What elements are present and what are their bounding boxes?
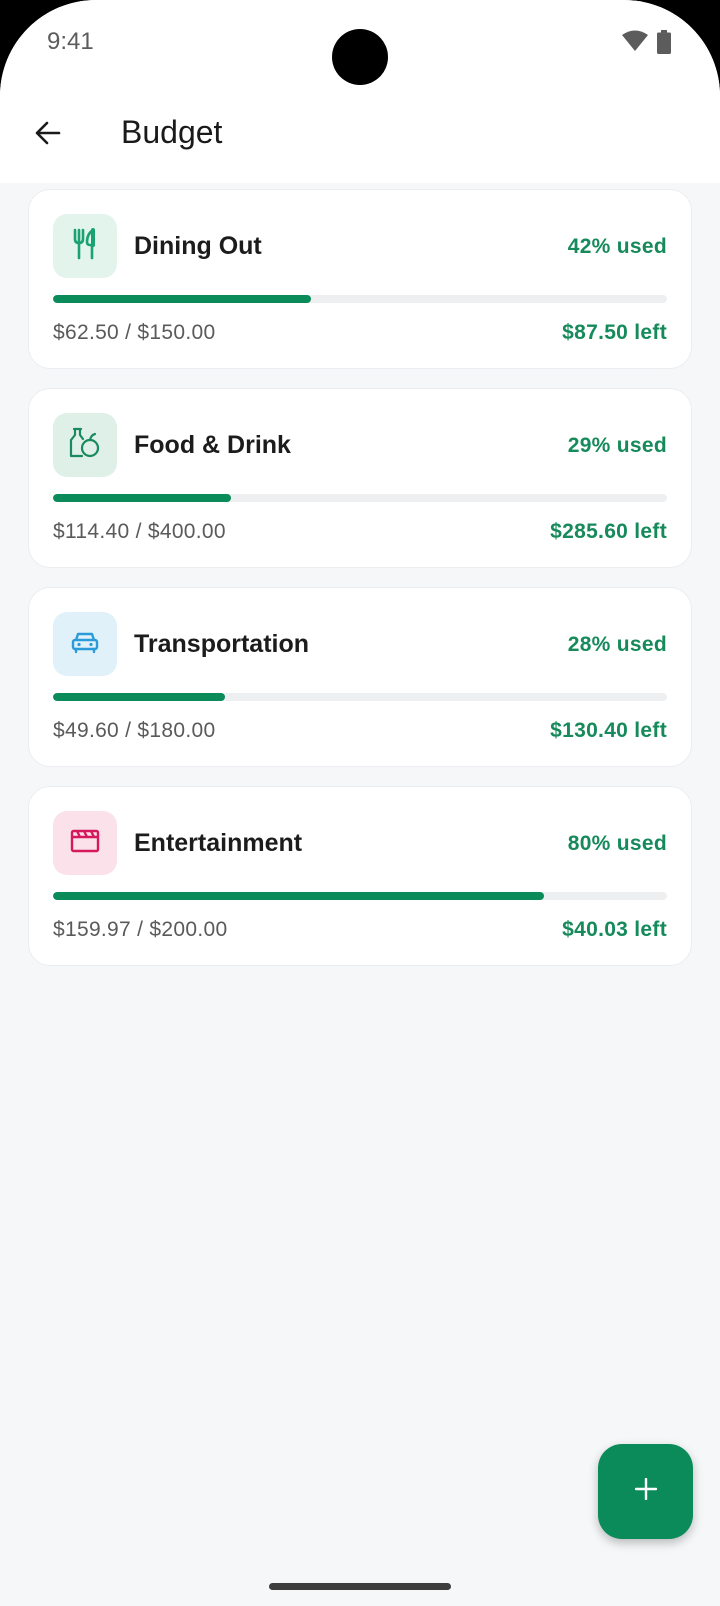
car-icon [70,630,100,659]
arrow-back-icon [35,121,61,150]
amount-left: $130.40 left [550,719,667,742]
spent-of-limit: $49.60 / $180.00 [53,719,216,742]
groceries-icon [68,427,102,464]
clapperboard-icon [69,828,101,859]
spent-of-limit: $62.50 / $150.00 [53,321,216,344]
add-budget-button[interactable] [598,1444,693,1539]
category-name: Entertainment [134,829,303,857]
category-icon-tile [53,811,117,875]
category-name: Food & Drink [134,431,291,459]
category-icon-tile [53,413,117,477]
budget-card[interactable]: Dining Out 42% used $62.50 / $150.00 $87… [28,189,692,369]
progress-fill [53,693,225,701]
amount-left: $87.50 left [562,321,667,344]
budget-card[interactable]: Food & Drink 29% used $114.40 / $400.00 … [28,388,692,568]
amount-left: $40.03 left [562,918,667,941]
progress-fill [53,494,232,502]
spent-of-limit: $159.97 / $200.00 [53,918,228,941]
progress-track [53,693,667,701]
percent-used: 29% used [567,434,667,457]
category-name: Dining Out [134,232,262,260]
back-button[interactable] [24,111,72,159]
utensils-icon [71,227,99,265]
battery-icon [657,30,671,59]
category-icon-tile [53,214,117,278]
status-time: 9:41 [47,28,94,55]
progress-fill [53,892,545,900]
progress-track [53,892,667,900]
percent-used: 28% used [567,633,667,656]
wifi-icon [622,30,648,57]
spent-of-limit: $114.40 / $400.00 [53,520,226,543]
progress-track [53,494,667,502]
percent-used: 42% used [567,235,667,258]
budget-screen: 9:41 Budget Dining Out 42% used $62.50 /… [0,0,720,1606]
percent-used: 80% used [567,832,667,855]
amount-left: $285.60 left [550,520,667,543]
budget-card[interactable]: Transportation 28% used $49.60 / $180.00… [28,587,692,767]
progress-fill [53,295,311,303]
camera-cutout [332,29,388,85]
budget-list: Dining Out 42% used $62.50 / $150.00 $87… [28,189,692,985]
plus-icon [634,1477,657,1505]
category-name: Transportation [134,630,310,658]
home-indicator [269,1583,451,1590]
budget-card[interactable]: Entertainment 80% used $159.97 / $200.00… [28,786,692,966]
category-icon-tile [53,612,117,676]
page-title: Budget [121,114,223,150]
progress-track [53,295,667,303]
top-app-bar: 9:41 Budget [0,0,720,183]
